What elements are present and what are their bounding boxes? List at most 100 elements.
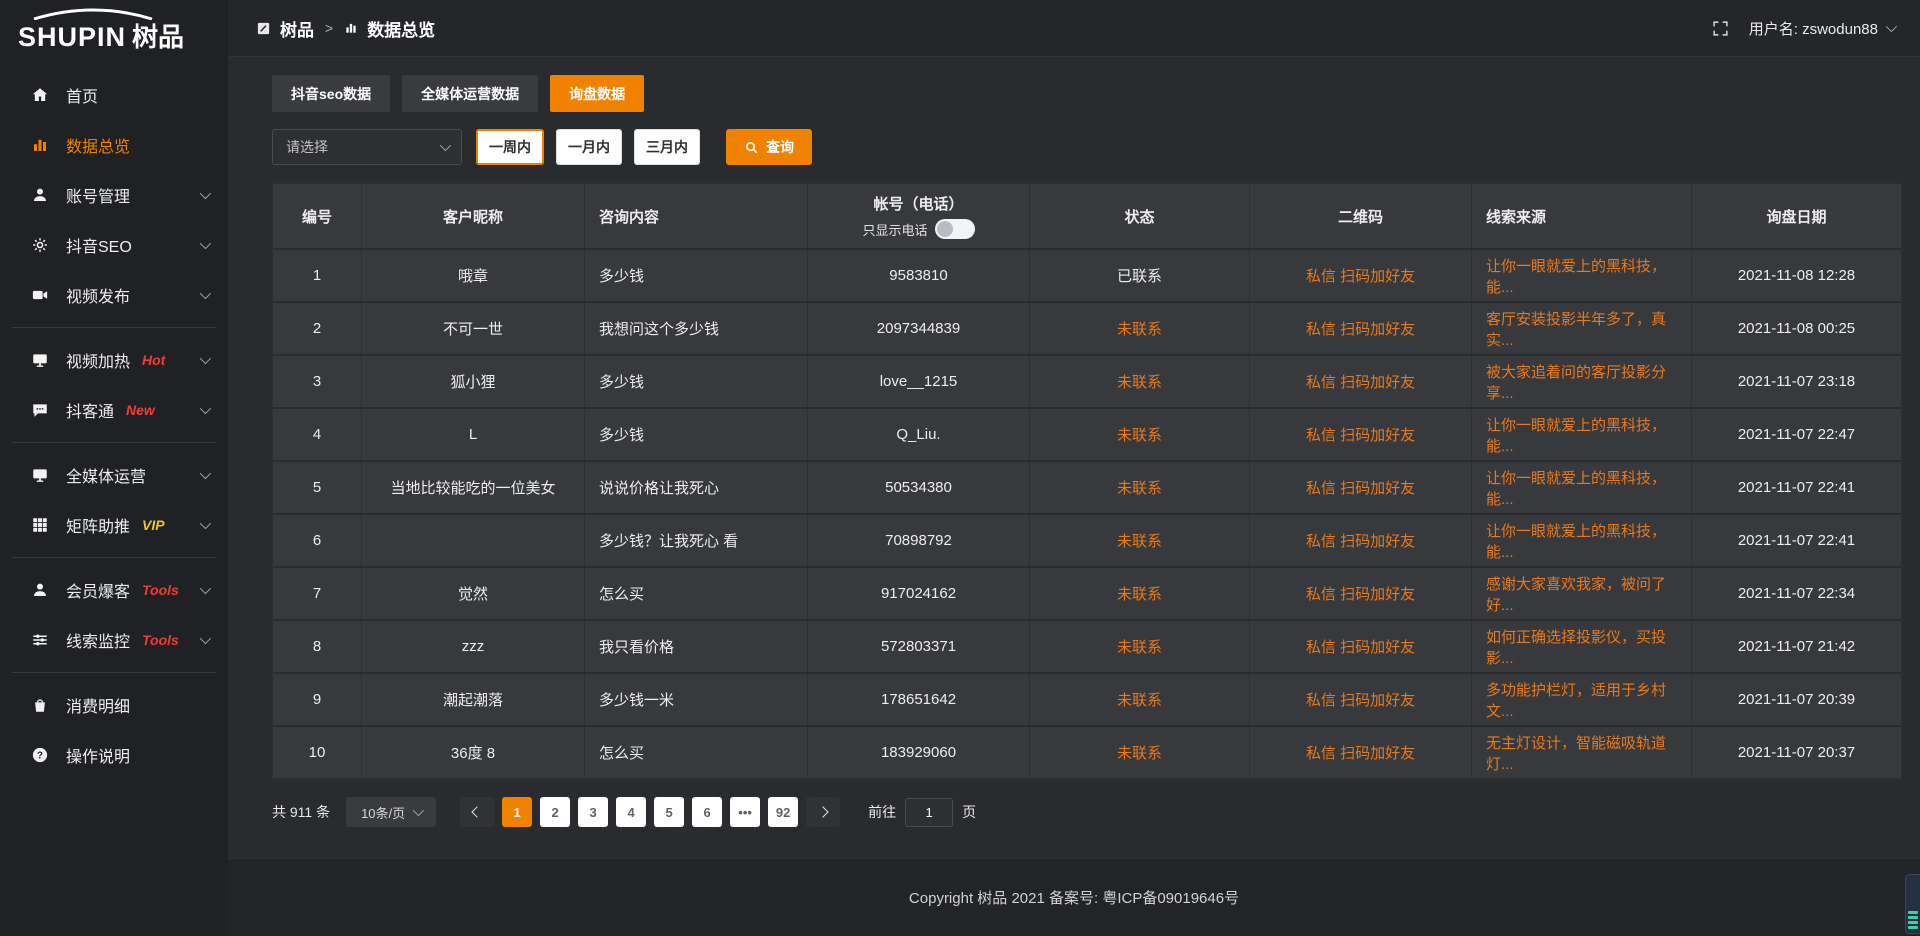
- cell-qr[interactable]: 私信 扫码加好友: [1250, 303, 1472, 354]
- range-button-month[interactable]: 一月内: [556, 129, 622, 165]
- range-button-quarter[interactable]: 三月内: [634, 129, 700, 165]
- cell-status: 未联系: [1030, 303, 1250, 354]
- cell-id: 4: [273, 409, 362, 460]
- page-button-1[interactable]: 1: [502, 797, 532, 827]
- cell-qr[interactable]: 私信 扫码加好友: [1250, 674, 1472, 725]
- cell-nickname: 36度 8: [362, 727, 585, 778]
- phone-toggle-row: 只显示电话: [862, 219, 974, 239]
- cell-status: 未联系: [1030, 674, 1250, 725]
- sidebar-item-clue-monitor[interactable]: 线索监控Tools: [0, 615, 228, 665]
- cell-source[interactable]: 感谢大家喜欢我家，被问了好...: [1472, 568, 1692, 619]
- breadcrumb-separator: >: [323, 20, 335, 36]
- range-button-week[interactable]: 一周内: [476, 129, 544, 165]
- cell-source[interactable]: 如何正确选择投影仪，买投影...: [1472, 621, 1692, 672]
- sidebar-divider: [12, 672, 216, 673]
- page-button-92[interactable]: 92: [768, 797, 798, 827]
- cell-source[interactable]: 让你一眼就爱上的黑科技，能...: [1472, 250, 1692, 301]
- app-square-icon: [256, 21, 271, 36]
- cell-content: 怎么买: [585, 568, 808, 619]
- sidebar-item-badge: Tools: [142, 632, 179, 648]
- cell-qr[interactable]: 私信 扫码加好友: [1250, 462, 1472, 513]
- page-size-value: 10条/页: [361, 803, 405, 822]
- prev-page-button[interactable]: [460, 797, 494, 827]
- corner-widget[interactable]: [1905, 874, 1920, 934]
- filter-select[interactable]: 请选择: [272, 129, 462, 165]
- sidebar-item-operation-guide[interactable]: ?操作说明: [0, 730, 228, 780]
- cell-source[interactable]: 多功能护栏灯，适用于乡村文...: [1472, 674, 1692, 725]
- cell-qr[interactable]: 私信 扫码加好友: [1250, 356, 1472, 407]
- page-button-6[interactable]: 6: [692, 797, 722, 827]
- sidebar-item-label: 视频加热: [66, 348, 130, 372]
- cell-status: 已联系: [1030, 250, 1250, 301]
- range-buttons: 一周内一月内三月内: [476, 129, 700, 165]
- sidebar-item-matrix-boost[interactable]: 矩阵助推 VIP: [0, 500, 228, 550]
- cell-nickname: 狐小狸: [362, 356, 585, 407]
- cell-content: 我只看价格: [585, 621, 808, 672]
- cell-qr[interactable]: 私信 扫码加好友: [1250, 515, 1472, 566]
- page-button-2[interactable]: 2: [540, 797, 570, 827]
- chevron-down-icon: [200, 468, 211, 479]
- goto-page-input[interactable]: [905, 798, 953, 827]
- sidebar-item-account-management[interactable]: 账号管理: [0, 170, 228, 220]
- query-button[interactable]: 查询: [726, 129, 812, 165]
- cell-id: 9: [273, 674, 362, 725]
- sidebar-item-label: 矩阵助推: [66, 513, 130, 537]
- chevron-down-icon: [200, 288, 211, 299]
- sidebar-item-member-baoke[interactable]: 会员爆客Tools: [0, 565, 228, 615]
- video-icon: [30, 286, 50, 304]
- cell-source[interactable]: 让你一眼就爱上的黑科技，能...: [1472, 462, 1692, 513]
- cell-date: 2021-11-07 20:37: [1692, 727, 1901, 778]
- sidebar-item-label: 账号管理: [66, 183, 130, 207]
- page-size-select[interactable]: 10条/页: [346, 797, 436, 827]
- cell-qr[interactable]: 私信 扫码加好友: [1250, 621, 1472, 672]
- cell-qr[interactable]: 私信 扫码加好友: [1250, 250, 1472, 301]
- cell-source[interactable]: 客厅安装投影半年多了，真实...: [1472, 303, 1692, 354]
- sidebar-item-video-publish[interactable]: 视频发布: [0, 270, 228, 320]
- cell-nickname: 觉然: [362, 568, 585, 619]
- sidebar-item-expense-detail[interactable]: 消费明细: [0, 680, 228, 730]
- cell-qr[interactable]: 私信 扫码加好友: [1250, 409, 1472, 460]
- cell-source[interactable]: 被大家追着问的客厅投影分享...: [1472, 356, 1692, 407]
- page-button-ellipsis[interactable]: •••: [730, 797, 760, 827]
- cell-content: 说说价格让我死心: [585, 462, 808, 513]
- page-button-3[interactable]: 3: [578, 797, 608, 827]
- cell-source[interactable]: 让你一眼就爱上的黑科技，能...: [1472, 515, 1692, 566]
- user-menu[interactable]: 用户名: zswodun88: [1749, 18, 1894, 39]
- phone-only-toggle[interactable]: [935, 219, 975, 239]
- cell-account: Q_Liu.: [808, 409, 1030, 460]
- sidebar-item-video-heating[interactable]: 视频加热Hot: [0, 335, 228, 385]
- cell-status: 未联系: [1030, 356, 1250, 407]
- sidebar-item-home[interactable]: 首页: [0, 70, 228, 120]
- user-icon: [30, 581, 50, 599]
- page-button-5[interactable]: 5: [654, 797, 684, 827]
- table-row: 4L多少钱Q_Liu.未联系私信 扫码加好友让你一眼就爱上的黑科技，能...20…: [273, 409, 1901, 462]
- sidebar-item-media-operation[interactable]: 全媒体运营: [0, 450, 228, 500]
- cell-date: 2021-11-07 22:47: [1692, 409, 1901, 460]
- tab-inquiry-data[interactable]: 询盘数据: [550, 75, 644, 112]
- sidebar-item-badge: VIP: [142, 517, 165, 533]
- copyright-text: Copyright 树品 2021 备案号: 粤ICP备09019646号: [909, 887, 1239, 908]
- user-icon: [30, 186, 50, 204]
- chat-icon: [30, 401, 50, 419]
- cell-qr[interactable]: 私信 扫码加好友: [1250, 727, 1472, 778]
- tab-media-operation-data[interactable]: 全媒体运营数据: [402, 75, 538, 112]
- sidebar-item-label: 消费明细: [66, 693, 130, 717]
- column-header-account: 帐号（电话） 只显示电话: [808, 184, 1030, 248]
- sidebar-divider: [12, 327, 216, 328]
- breadcrumb-root[interactable]: 树品: [280, 16, 314, 41]
- sidebar-item-doukertong[interactable]: 抖客通New: [0, 385, 228, 435]
- page-button-4[interactable]: 4: [616, 797, 646, 827]
- cell-account: 178651642: [808, 674, 1030, 725]
- cell-date: 2021-11-07 22:41: [1692, 515, 1901, 566]
- cell-nickname: 潮起潮落: [362, 674, 585, 725]
- sidebar-item-data-overview[interactable]: 数据总览: [0, 120, 228, 170]
- sidebar-item-douyin-seo[interactable]: 抖音SEO: [0, 220, 228, 270]
- fullscreen-icon[interactable]: [1712, 20, 1729, 37]
- table-row: 2不可一世我想问这个多少钱2097344839未联系私信 扫码加好友客厅安装投影…: [273, 303, 1901, 356]
- next-page-button[interactable]: [806, 797, 840, 827]
- cell-qr[interactable]: 私信 扫码加好友: [1250, 568, 1472, 619]
- phone-toggle-label: 只显示电话: [862, 220, 927, 239]
- cell-source[interactable]: 无主灯设计，智能磁吸轨道灯...: [1472, 727, 1692, 778]
- cell-source[interactable]: 让你一眼就爱上的黑科技，能...: [1472, 409, 1692, 460]
- tab-douyin-seo-data[interactable]: 抖音seo数据: [272, 75, 390, 112]
